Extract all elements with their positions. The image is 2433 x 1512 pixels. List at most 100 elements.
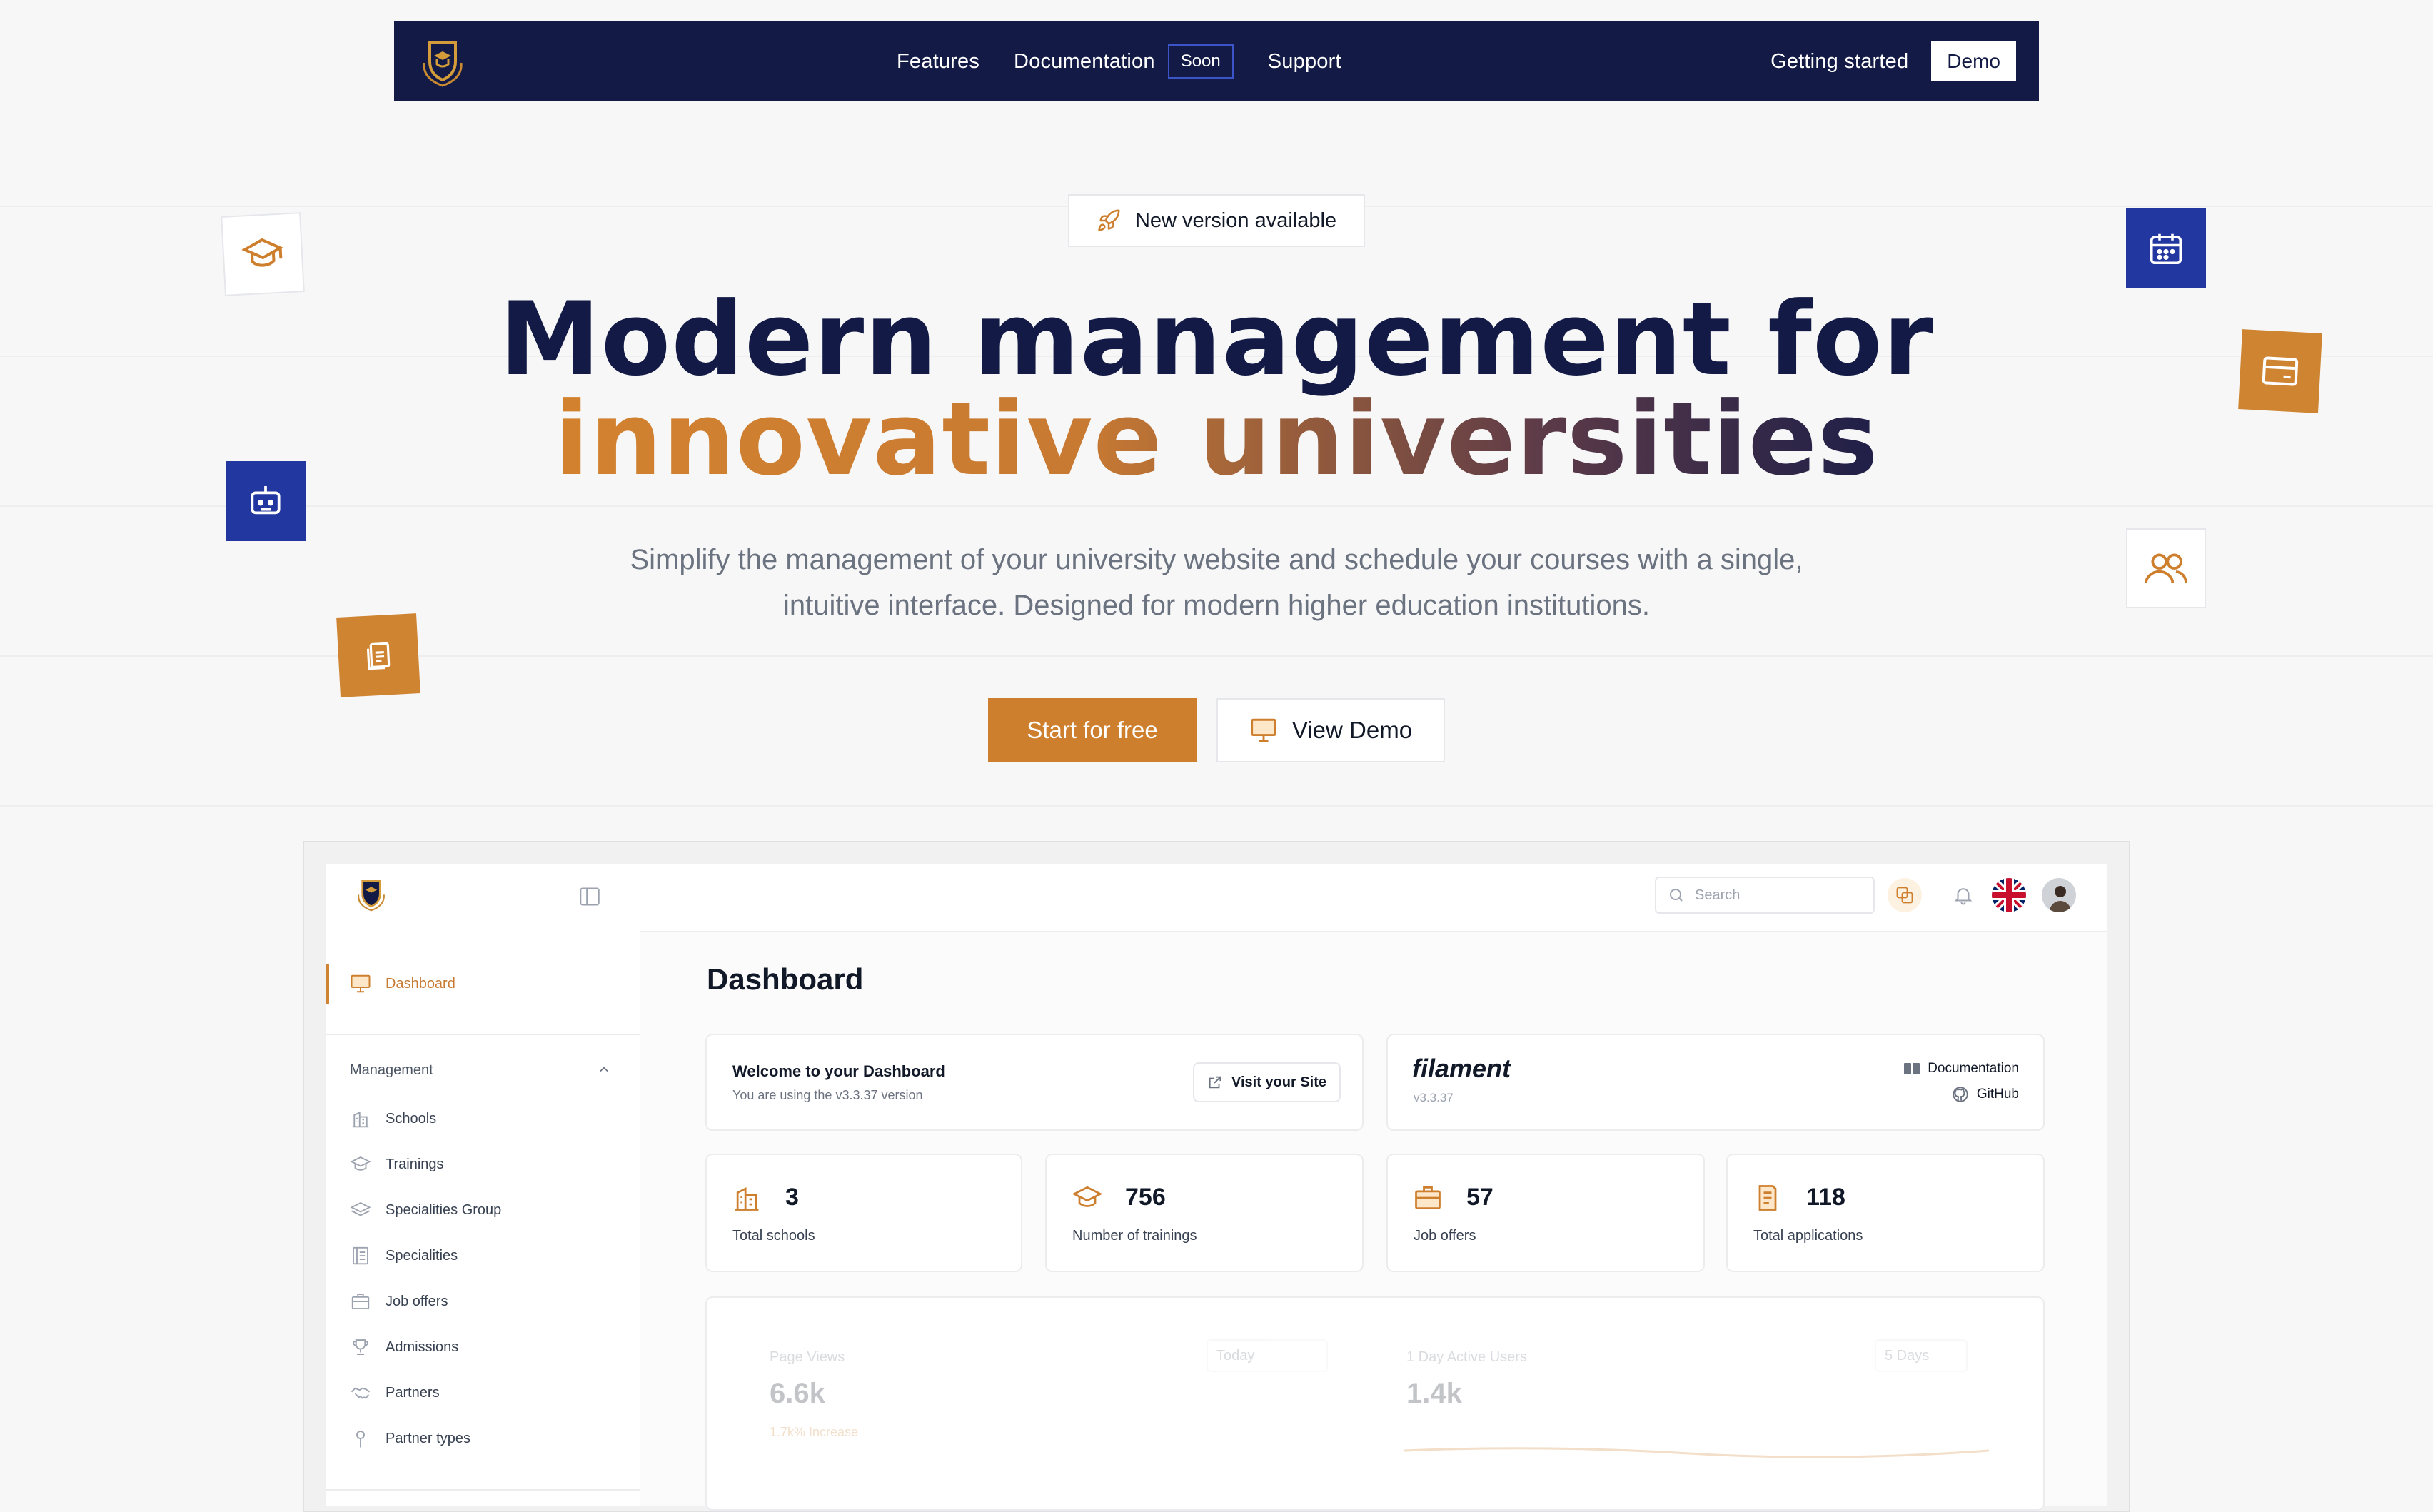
bell-icon <box>1954 888 1973 905</box>
stat-card-trainings: 756 Number of trainings <box>1045 1154 1364 1272</box>
sidebar-item-label: Admissions <box>386 1339 459 1355</box>
language-switcher[interactable] <box>1992 878 2026 912</box>
sidebar-item-label: Job offers <box>386 1293 448 1309</box>
briefcase-icon <box>1415 1186 1441 1210</box>
hero-subtitle-line2: intuitive interface. Designed for modern… <box>782 590 1651 621</box>
user-avatar[interactable] <box>2042 878 2076 912</box>
graduation-cap-icon <box>241 238 284 267</box>
hero-title-line2: innovative universities <box>0 383 2433 497</box>
top-navbar: Features Documentation Soon Support Gett… <box>394 21 2039 101</box>
filament-logo-text: filament <box>1412 1054 1511 1083</box>
hero-subtitle-line1: Simplify the management of your universi… <box>630 544 1803 575</box>
filament-docs-label: Documentation <box>1928 1061 2019 1076</box>
sidebar-item-partners[interactable]: Partners <box>350 1382 440 1403</box>
graduation-cap-icon <box>1072 1186 1103 1207</box>
nav-link-documentation[interactable]: Documentation <box>1014 50 1155 74</box>
hero-title-line1: Modern management for <box>499 281 1934 398</box>
filament-card: filament v3.3.37 Documentation GitHub <box>1386 1034 2045 1131</box>
welcome-title: Welcome to your Dashboard <box>732 1062 945 1080</box>
active-users-sparkline <box>1404 1447 1989 1458</box>
stat-value: 57 <box>1466 1184 1493 1211</box>
trophy-icon <box>353 1339 368 1355</box>
search-input[interactable]: Search <box>1655 877 1875 914</box>
page-views-filter[interactable]: Today <box>1207 1339 1328 1372</box>
credit-card-tile <box>2238 329 2322 413</box>
welcome-subtitle: You are using the v3.3.37 version <box>732 1088 923 1102</box>
stat-card-applications: 118 Total applications <box>1726 1154 2045 1272</box>
dashboard-title: Dashboard <box>707 962 864 996</box>
filament-github-link[interactable]: GitHub <box>1951 1085 2019 1104</box>
new-version-badge[interactable]: New version available <box>1068 194 1365 247</box>
sidebar-item-specialities-group[interactable]: Specialities Group <box>350 1199 501 1221</box>
sidebar-item-trainings[interactable]: Trainings <box>350 1154 444 1175</box>
monitor-icon <box>1251 718 1276 742</box>
credit-card-icon <box>2262 356 2299 386</box>
welcome-card: Welcome to your Dashboard You are using … <box>705 1034 1364 1131</box>
monitor-icon <box>351 974 371 993</box>
robot-icon <box>251 486 281 515</box>
sidebar-item-admissions[interactable]: Admissions <box>350 1336 458 1358</box>
stat-value: 756 <box>1125 1184 1166 1211</box>
translate-button[interactable] <box>1888 878 1922 912</box>
filament-docs-link[interactable]: Documentation <box>1903 1061 2019 1077</box>
rocket-icon <box>1098 209 1120 231</box>
university-shield-logo[interactable] <box>415 34 470 89</box>
sidebar-group-management[interactable]: Management <box>350 1062 611 1079</box>
sidebar-item-label: Schools <box>386 1110 437 1127</box>
stat-label: Total applications <box>1753 1228 1863 1244</box>
users-icon <box>2145 553 2187 584</box>
demo-button[interactable]: Demo <box>1931 41 2016 81</box>
active-users-filter[interactable]: 5 Days <box>1875 1339 1968 1372</box>
sidebar-item-schools[interactable]: Schools <box>350 1108 436 1129</box>
calendar-tile <box>2126 208 2206 288</box>
stat-value: 118 <box>1806 1184 1845 1211</box>
notifications-button[interactable] <box>1946 878 1980 912</box>
getting-started-link[interactable]: Getting started <box>1770 50 1908 74</box>
sidebar-divider <box>326 1034 640 1035</box>
page-views-label: Page Views <box>770 1349 845 1365</box>
view-demo-button[interactable]: View Demo <box>1216 698 1445 762</box>
github-icon <box>1953 1087 1968 1102</box>
nav-link-features[interactable]: Features <box>897 50 979 74</box>
nav-link-support[interactable]: Support <box>1268 50 1341 74</box>
page-views-value: 6.6k <box>770 1378 825 1409</box>
building-icon <box>735 1186 759 1211</box>
filament-version: v3.3.37 <box>1414 1091 1454 1104</box>
active-users-label: 1 Day Active Users <box>1406 1349 1527 1365</box>
documents-icon <box>366 642 391 670</box>
sidebar-item-partner-types[interactable]: Partner types <box>350 1428 470 1449</box>
sidebar-item-label: Trainings <box>386 1156 444 1172</box>
active-users-value: 1.4k <box>1406 1378 1462 1409</box>
briefcase-icon <box>351 1294 370 1309</box>
sidebar-dashboard-label: Dashboard <box>386 975 455 992</box>
stat-label: Job offers <box>1414 1228 1476 1244</box>
users-tile <box>2126 528 2206 608</box>
chevron-up-icon[interactable] <box>597 1062 611 1077</box>
external-link-icon <box>1209 1076 1221 1089</box>
list-document-icon <box>353 1246 368 1265</box>
sidebar-dashboard-link[interactable]: Dashboard <box>350 974 455 994</box>
handshake-icon <box>351 1387 371 1399</box>
stat-label: Number of trainings <box>1072 1228 1197 1244</box>
new-version-text: New version available <box>1134 208 1337 232</box>
hero-title-gradient: innovative universities <box>554 380 1879 498</box>
sidebar-collapse-icon[interactable] <box>578 887 601 907</box>
graduation-cap-icon <box>350 1156 371 1171</box>
filament-github-label: GitHub <box>1976 1087 2019 1102</box>
page-views-filter-value: Today <box>1216 1347 1255 1364</box>
view-demo-label: View Demo <box>1291 717 1413 743</box>
stat-label: Total schools <box>732 1228 815 1244</box>
search-icon <box>1670 889 1683 902</box>
sidebar-item-job-offers[interactable]: Job offers <box>350 1291 448 1312</box>
stat-card-schools: 3 Total schools <box>705 1154 1022 1272</box>
book-icon <box>1904 1063 1920 1074</box>
start-for-free-button[interactable]: Start for free <box>988 698 1197 762</box>
visit-site-button[interactable]: Visit your Site <box>1192 1062 1341 1102</box>
dashboard-logo[interactable] <box>353 875 390 912</box>
building-icon <box>352 1111 369 1128</box>
active-users-filter-value: 5 Days <box>1885 1347 1930 1364</box>
sidebar-item-specialities[interactable]: Specialities <box>350 1245 458 1266</box>
sidebar-item-label: Specialities Group <box>386 1201 502 1218</box>
stat-card-job-offers: 57 Job offers <box>1386 1154 1705 1272</box>
sidebar-item-label: Partners <box>386 1384 440 1401</box>
